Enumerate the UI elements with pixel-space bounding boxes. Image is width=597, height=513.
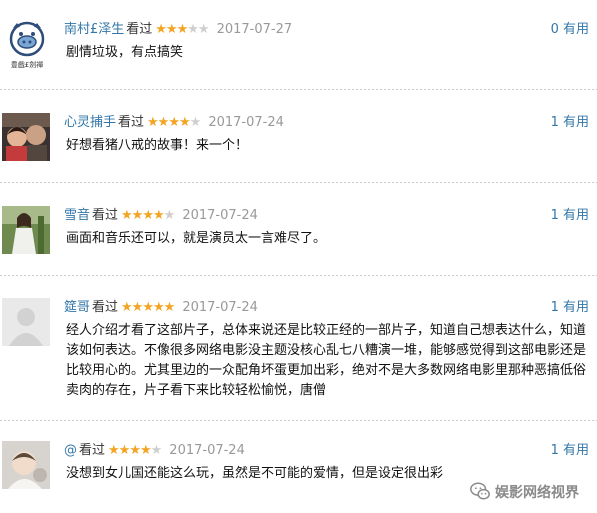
- comment-meta: @ 看过 ★★★★★ 2017-07-24: [64, 443, 245, 459]
- comment-meta: 雪音 看过 ★★★★★ 2017-07-24: [64, 208, 258, 224]
- avatar[interactable]: [2, 441, 50, 489]
- useful-vote-button[interactable]: 1 有用: [551, 115, 589, 131]
- rating-stars: ★★★★★: [147, 115, 201, 130]
- rating-stars: ★★★★★: [121, 208, 175, 223]
- avatar-caption: 豊戲£劍禪: [11, 60, 43, 69]
- avatar[interactable]: [2, 113, 50, 161]
- divider: [0, 275, 597, 276]
- comment-text: 剧情垃圾，有点搞笑: [66, 45, 184, 60]
- people-photo-avatar: [2, 113, 50, 161]
- divider: [0, 182, 597, 183]
- username-link[interactable]: 心灵捕手: [64, 115, 116, 130]
- avatar[interactable]: 豊戲£劍禪: [1, 19, 53, 71]
- useful-vote-button[interactable]: 1 有用: [551, 443, 589, 459]
- comment-meta: 筵哥 看过 ★★★★★ 2017-07-24: [64, 300, 258, 316]
- comment-date: 2017-07-24: [208, 115, 284, 130]
- username-link[interactable]: 南村£泽生: [64, 22, 124, 37]
- comment-text: 经人介绍才看了这部片子，总体来说还是比较正经的一部片子，知道自己想表达什么，知道…: [66, 323, 587, 398]
- comment-meta: 南村£泽生 看过 ★★★★★ 2017-07-27: [64, 22, 292, 38]
- default-user-avatar: [2, 298, 50, 346]
- person-photo-avatar: [2, 206, 50, 254]
- watched-label: 看过: [126, 22, 153, 37]
- watermark-text: 娱影网络视界: [495, 485, 579, 501]
- watermark: 娱影网络视界: [469, 477, 597, 507]
- watched-label: 看过: [92, 208, 119, 223]
- watched-label: 看过: [92, 300, 119, 315]
- useful-vote-button[interactable]: 1 有用: [551, 300, 589, 316]
- comment-text: 好想看猪八戒的故事！来一个！: [66, 138, 249, 153]
- comment-date: 2017-07-24: [182, 300, 258, 315]
- username-link[interactable]: 雪音: [64, 208, 90, 223]
- username-link[interactable]: 筵哥: [64, 300, 90, 315]
- rating-stars: ★★★★★: [155, 22, 209, 37]
- wechat-icon: [470, 482, 490, 500]
- comment-meta: 心灵捕手 看过 ★★★★★ 2017-07-24: [64, 115, 284, 131]
- username-link[interactable]: @: [64, 443, 77, 458]
- comment-date: 2017-07-27: [216, 22, 293, 37]
- avatar[interactable]: [2, 298, 50, 346]
- rating-stars: ★★★★★: [108, 443, 162, 458]
- avatar[interactable]: [2, 206, 50, 254]
- watched-label: 看过: [118, 115, 145, 130]
- comment-text: 画面和音乐还可以，就是演员太一言难尽了。: [66, 231, 327, 246]
- divider: [0, 89, 597, 90]
- comment-date: 2017-07-24: [169, 443, 245, 458]
- divider: [0, 420, 597, 421]
- pig-cartoon-avatar: 豊戲£劍禪: [1, 19, 53, 71]
- watched-label: 看过: [79, 443, 106, 458]
- baby-photo-avatar: [2, 441, 50, 489]
- comment-date: 2017-07-24: [182, 208, 258, 223]
- useful-vote-button[interactable]: 1 有用: [551, 208, 589, 224]
- useful-vote-button[interactable]: 0 有用: [551, 22, 589, 38]
- rating-stars: ★★★★★: [121, 300, 175, 315]
